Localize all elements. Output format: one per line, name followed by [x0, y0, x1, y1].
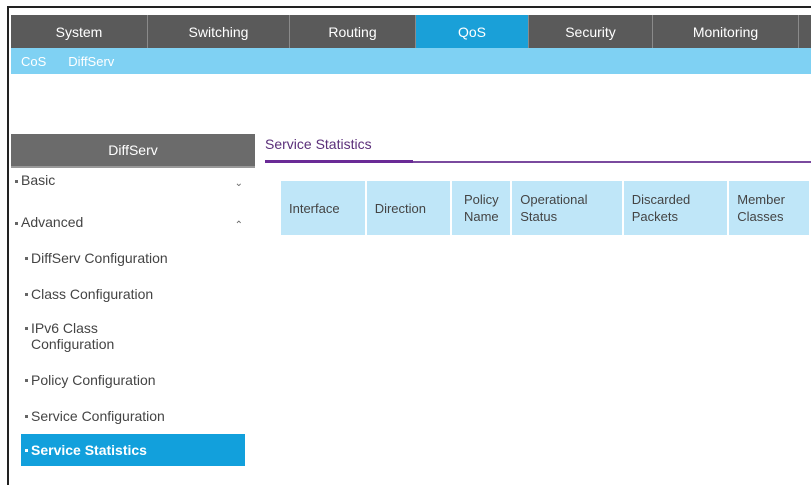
table-header-row: Interface Direction Policy Name Operation… — [279, 179, 811, 237]
bullet-icon — [25, 414, 28, 418]
tab-routing[interactable]: Routing — [290, 15, 416, 48]
sidebar-item-ipv6-class-configuration[interactable]: IPv6 Class Configuration — [11, 312, 255, 362]
page-title: Service Statistics — [265, 136, 372, 152]
title-underline — [265, 160, 413, 163]
sidebar-item-label: IPv6 Class Configuration — [31, 320, 115, 352]
tab-overflow — [799, 15, 811, 48]
sidebar-header: DiffServ — [11, 134, 255, 168]
sidebar-item-service-configuration[interactable]: Service Configuration — [11, 398, 255, 434]
service-statistics-table: Interface Direction Policy Name Operation… — [279, 179, 811, 237]
bullet-icon — [25, 292, 28, 296]
tab-security[interactable]: Security — [529, 15, 653, 48]
sidebar-item-label: Service Configuration — [31, 408, 165, 424]
sub-navigation: CoS DiffServ — [11, 48, 811, 74]
sidebar-item-policy-configuration[interactable]: Policy Configuration — [11, 362, 255, 398]
sidebar-group-label: Basic — [21, 172, 56, 188]
chevron-down-icon[interactable]: ⌄ — [235, 176, 243, 192]
sidebar-group-label: Advanced — [21, 214, 84, 230]
subnav-diffserv[interactable]: DiffServ — [68, 54, 114, 69]
tab-system[interactable]: System — [11, 15, 148, 48]
column-header-policy-name[interactable]: Policy Name — [450, 179, 513, 237]
sidebar-group-basic[interactable]: Basic ⌄ — [11, 168, 255, 204]
sidebar-item-label: Policy Configuration — [31, 372, 156, 388]
bullet-icon — [25, 327, 28, 330]
column-header-direction[interactable]: Direction — [364, 179, 453, 237]
tab-switching[interactable]: Switching — [148, 15, 290, 48]
sidebar-item-class-configuration[interactable]: Class Configuration — [11, 276, 255, 312]
sidebar-item-label: Service Statistics — [31, 442, 147, 458]
sidebar-group-advanced[interactable]: Advanced ⌃ — [11, 204, 255, 240]
sidebar-item-label: Class Configuration — [31, 286, 154, 302]
tab-qos[interactable]: QoS — [416, 15, 529, 48]
column-header-interface[interactable]: Interface — [279, 179, 367, 237]
column-header-member-classes[interactable]: Member Classes — [727, 179, 811, 237]
chevron-up-icon[interactable]: ⌃ — [235, 218, 243, 234]
top-navigation: System Switching Routing QoS Security Mo… — [11, 15, 811, 48]
bullet-icon — [25, 378, 28, 382]
sidebar-item-service-statistics[interactable]: Service Statistics — [21, 434, 245, 466]
bullet-icon — [15, 179, 18, 183]
sidebar-item-diffserv-configuration[interactable]: DiffServ Configuration — [11, 240, 255, 276]
bullet-icon — [15, 221, 18, 225]
bullet-icon — [25, 448, 28, 452]
bullet-icon — [25, 256, 28, 260]
tab-monitoring[interactable]: Monitoring — [653, 15, 799, 48]
sidebar: DiffServ Basic ⌄ Advanced ⌃ DiffServ Con… — [11, 134, 255, 485]
column-header-operational-status[interactable]: Operational Status — [510, 179, 624, 237]
app-frame: System Switching Routing QoS Security Mo… — [7, 6, 811, 485]
subnav-cos[interactable]: CoS — [21, 54, 46, 69]
sidebar-item-label: DiffServ Configuration — [31, 250, 168, 266]
column-header-discarded-packets[interactable]: Discarded Packets — [621, 179, 730, 237]
